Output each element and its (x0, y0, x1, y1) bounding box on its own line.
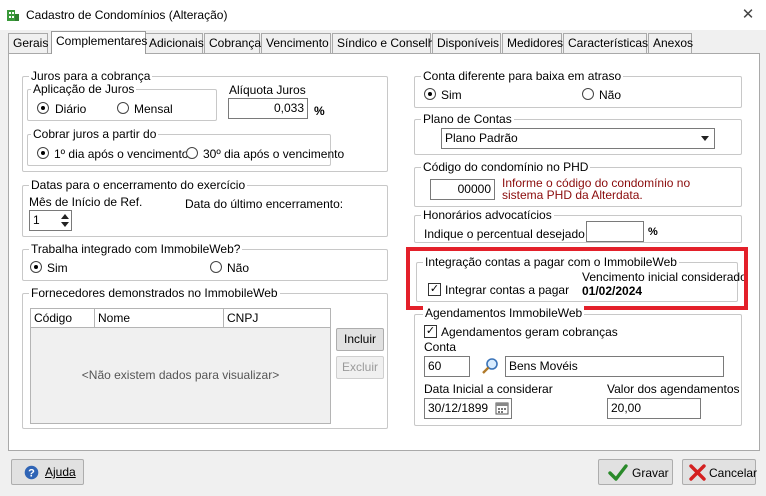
agendamentos-check-label: Agendamentos geram cobranças (441, 325, 618, 339)
radio-1-dia[interactable] (37, 147, 49, 159)
honorarios-unit: % (648, 226, 658, 238)
search-icon[interactable] (481, 357, 499, 375)
spin-arrows-icon[interactable] (59, 212, 71, 229)
tab-disponiveis[interactable]: Disponíveis (432, 33, 501, 54)
tab-anexos[interactable]: Anexos (648, 33, 693, 54)
ajuda-label: Ajuda (45, 465, 76, 479)
fornecedores-grid[interactable]: Código Nome CNPJ <Não existem dados para… (30, 308, 331, 424)
mes-inicio-label: Mês de Início de Ref. (29, 195, 143, 209)
radio-conta-nao[interactable] (582, 88, 594, 100)
column-nome[interactable]: Nome (95, 309, 224, 328)
agendamentos-checkbox[interactable]: ✓ (424, 325, 437, 338)
plano-legend: Plano de Contas (421, 112, 514, 126)
radio-integrado-sim[interactable] (30, 261, 42, 273)
codigo-phd-hint: Informe o código do condomínio no sistem… (502, 176, 691, 202)
codigo-phd-input[interactable]: 00000 (430, 179, 495, 200)
svg-text:?: ? (28, 468, 35, 480)
conta-code-input[interactable]: 60 (424, 356, 470, 377)
tab-strip: Gerais Complementares Adicionais Cobranç… (8, 31, 760, 54)
window-title: Cadastro de Condomínios (Alteração) (26, 8, 228, 22)
radio-integrado-nao[interactable] (210, 261, 222, 273)
label-conta-sim: Sim (441, 88, 462, 102)
incluir-button[interactable]: Incluir (336, 328, 384, 351)
data-inicial-value: 30/12/1899 (428, 401, 489, 415)
excluir-button[interactable]: Excluir (336, 356, 384, 379)
mes-inicio-value: 1 (33, 213, 40, 227)
tab-sindico-conselho[interactable]: Síndico e Conselho (332, 33, 441, 54)
valor-agendamentos-label: Valor dos agendamentos (607, 382, 740, 396)
label-mensal: Mensal (134, 102, 173, 116)
radio-mensal[interactable] (117, 102, 129, 114)
gravar-label: Gravar (632, 466, 669, 480)
tab-medidores[interactable]: Medidores (502, 33, 563, 54)
tab-vencimento[interactable]: Vencimento (261, 33, 331, 54)
tab-complementares[interactable]: Complementares (51, 31, 147, 54)
highlight-box (406, 247, 748, 310)
aliquota-label: Alíquota Juros (229, 83, 306, 97)
integrado-group: Trabalha integrado com ImmobileWeb? (22, 242, 388, 281)
aplicacao-legend: Aplicação de Juros (31, 82, 137, 96)
column-cnpj[interactable]: CNPJ (224, 309, 330, 328)
column-codigo[interactable]: Código (31, 309, 95, 328)
ultimo-encerramento-label: Data do último encerramento: (185, 197, 344, 211)
label-conta-nao: Não (599, 88, 622, 102)
honorarios-label: Indique o percentual desejado (424, 227, 585, 241)
agendamentos-legend: Agendamentos ImmobileWeb (423, 306, 585, 320)
ajuda-button[interactable]: ? Ajuda (11, 459, 84, 485)
conta-diferente-group: Conta diferente para baixa em atraso (414, 69, 742, 108)
plano-value: Plano Padrão (445, 131, 518, 145)
exercicio-legend: Datas para o encerramento do exercício (29, 178, 248, 192)
tab-adicionais[interactable]: Adicionais (144, 33, 204, 54)
valor-agendamentos-input[interactable]: 20,00 (607, 398, 701, 419)
label-integrado-nao: Não (227, 261, 250, 275)
plano-select[interactable]: Plano Padrão (441, 128, 715, 149)
conta-label: Conta (424, 340, 457, 354)
fornecedores-legend: Fornecedores demonstrados no ImmobileWeb (29, 286, 280, 300)
help-icon: ? (24, 465, 39, 480)
label-diario: Diário (55, 102, 87, 116)
tab-caracteristicas[interactable]: Características (563, 33, 648, 54)
building-icon (7, 10, 19, 21)
checkmark-icon (608, 464, 628, 481)
conta-name-input[interactable]: Bens Movéis (505, 356, 724, 377)
cancelar-label: Cancelar (709, 466, 758, 480)
aliquota-input[interactable]: 0,033 (228, 98, 308, 119)
label-integrado-sim: Sim (47, 261, 68, 275)
conta-diferente-legend: Conta diferente para baixa em atraso (421, 69, 624, 83)
exercicio-group: Datas para o encerramento do exercício (22, 178, 388, 237)
grid-header: Código Nome CNPJ (31, 309, 330, 328)
radio-conta-sim[interactable] (424, 88, 436, 100)
chevron-down-icon[interactable] (698, 131, 712, 146)
cobrar-legend: Cobrar juros a partir do (31, 127, 159, 141)
honorarios-input[interactable] (586, 221, 644, 242)
gravar-button[interactable]: Gravar (598, 459, 673, 485)
codigo-phd-legend: Código do condomínio no PHD (421, 160, 591, 174)
cancel-x-icon (689, 464, 706, 481)
calendar-icon[interactable] (495, 401, 509, 415)
close-icon[interactable]: ✕ (740, 7, 756, 23)
tab-cobranca[interactable]: Cobrança (204, 33, 261, 54)
integrado-legend: Trabalha integrado com ImmobileWeb? (29, 242, 243, 256)
honorarios-legend: Honorários advocatícios (421, 208, 554, 222)
label-30-dia: 30º dia após o vencimento (203, 147, 345, 161)
grid-empty-text: <Não existem dados para visualizar> (81, 368, 280, 382)
radio-30-dia[interactable] (186, 147, 198, 159)
data-inicial-label: Data Inicial a considerar (424, 382, 553, 396)
cancelar-button[interactable]: Cancelar (682, 459, 758, 485)
aliquota-unit: % (314, 104, 325, 118)
label-1-dia: 1º dia após o vencimento (54, 147, 189, 161)
radio-diario[interactable] (37, 102, 49, 114)
juros-legend: Juros para a cobrança (29, 69, 153, 83)
tab-gerais[interactable]: Gerais (8, 33, 48, 54)
